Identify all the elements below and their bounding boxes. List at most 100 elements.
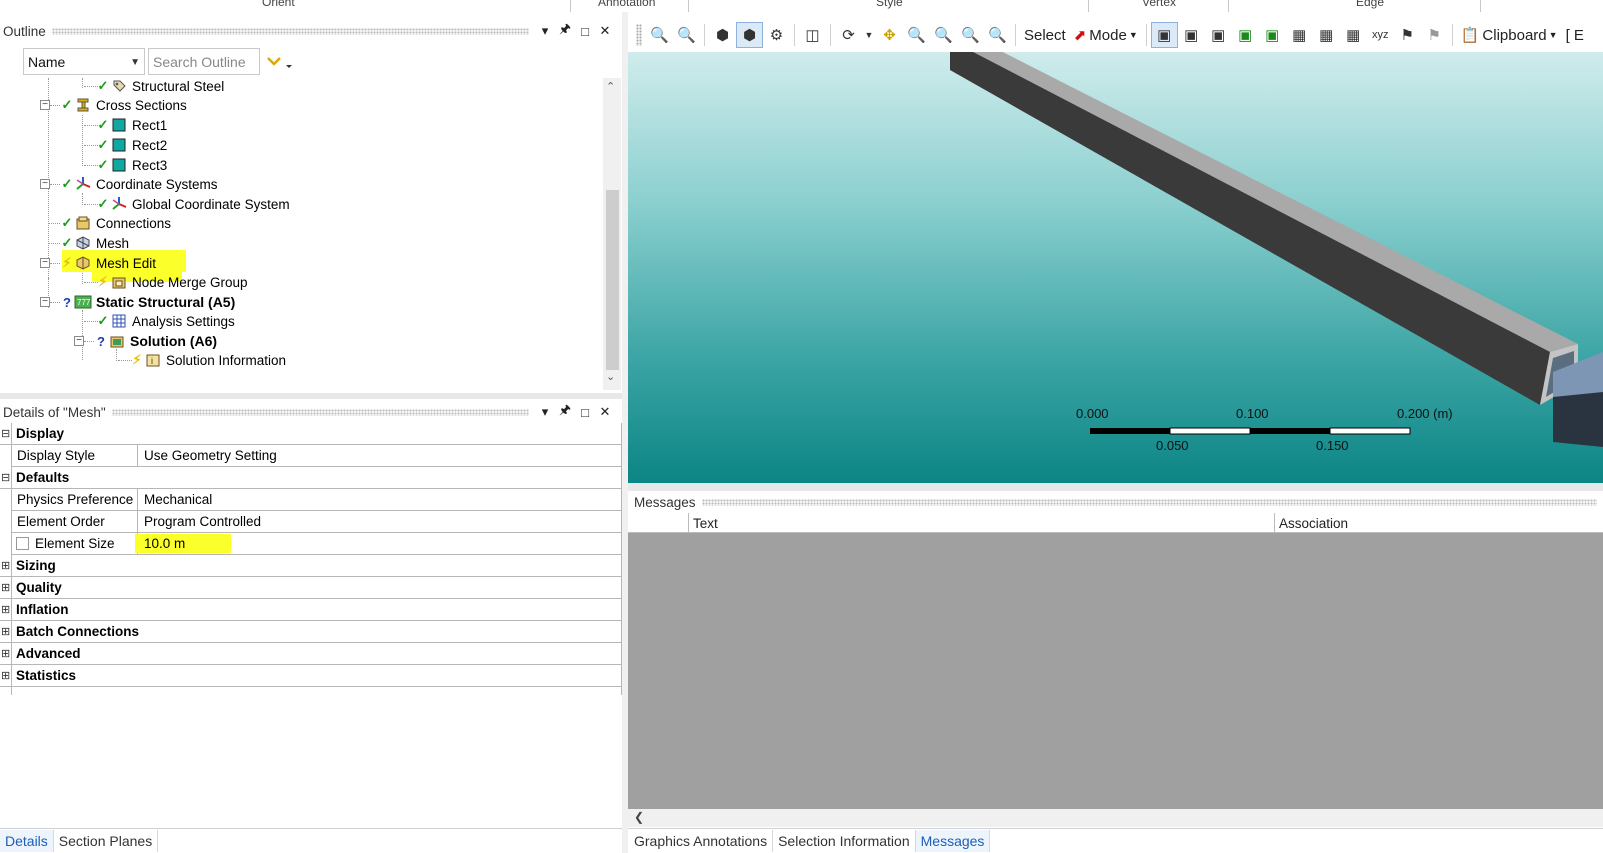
select-edge-icon[interactable]: ▣ (1178, 22, 1205, 48)
tab-section-planes[interactable]: Section Planes (54, 830, 159, 852)
group-advanced[interactable]: ⊞ Advanced (0, 643, 622, 665)
tree-item-analysis-settings[interactable]: ✓ Analysis Settings (84, 311, 237, 331)
hide-icon[interactable]: ⚑ (1394, 22, 1421, 48)
select-label[interactable]: Select (1020, 22, 1070, 48)
tab-graphics-annotations[interactable]: Graphics Annotations (628, 830, 774, 852)
select-element-icon[interactable]: ▦ (1313, 22, 1340, 48)
group-sizing[interactable]: ⊞ Sizing (0, 555, 622, 577)
tree-item-coordinate-systems[interactable]: ✓ Coordinate Systems (50, 174, 220, 194)
prop-physics-preference[interactable]: Physics Preference Mechanical (11, 488, 622, 511)
collapse-icon[interactable]: ⊟ (1, 427, 11, 440)
pin-icon[interactable]: 🖈 (555, 402, 575, 421)
search-outline-input[interactable]: Search Outline (148, 48, 260, 75)
shaded-cube-icon[interactable]: ⬢ (709, 22, 736, 48)
collapse-icon[interactable]: ⊟ (1, 471, 11, 484)
collapse-toggle[interactable]: − (40, 297, 50, 307)
close-icon[interactable]: ✕ (595, 403, 615, 421)
show-icon[interactable]: ⚑ (1421, 22, 1448, 48)
column-text[interactable]: Text (688, 513, 718, 533)
tree-item-cross-sections[interactable]: ✓ Cross Sections (50, 95, 189, 115)
shaded-edges-icon[interactable]: ⬢ (736, 22, 763, 48)
prop-value-highlighted[interactable]: 10.0 m (135, 534, 232, 553)
collapse-toggle[interactable]: − (74, 336, 84, 346)
expand-icon[interactable]: ⊞ (1, 559, 11, 572)
group-quality[interactable]: ⊞ Quality (0, 577, 622, 599)
messages-list[interactable] (628, 533, 1603, 809)
select-mesh-icon[interactable]: ▦ (1340, 22, 1367, 48)
rotate-icon[interactable]: ⟳ (835, 22, 862, 48)
select-body-icon[interactable]: ▣ (1232, 22, 1259, 48)
pin-icon[interactable]: 🖈 (555, 21, 575, 40)
filter-field-dropdown[interactable]: Name ▼ (23, 48, 145, 75)
close-icon[interactable]: ✕ (595, 22, 615, 40)
tree-item-rect2[interactable]: ✓ Rect2 (84, 135, 169, 155)
select-element-face-icon[interactable]: ▦ (1286, 22, 1313, 48)
tree-item-global-coordinate-system[interactable]: ✓ Global Coordinate System (84, 194, 292, 214)
prop-value[interactable]: Mechanical (138, 492, 212, 507)
tree-item-connections[interactable]: ✓ Connections (48, 213, 173, 233)
collapse-toggle[interactable]: − (40, 179, 50, 189)
select-face-icon[interactable]: ▣ (1205, 22, 1232, 48)
tree-item-structural-steel[interactable]: ✓ Structural Steel (84, 78, 226, 96)
tab-messages[interactable]: Messages (915, 830, 991, 852)
expand-icon[interactable]: ⊞ (1, 581, 11, 594)
prop-value[interactable]: Use Geometry Setting (138, 448, 277, 463)
tab-details[interactable]: Details (0, 830, 54, 852)
panel-menu-icon[interactable]: ▾ (535, 403, 555, 421)
zoom-box-icon[interactable]: 🔍 (957, 22, 984, 48)
panel-menu-icon[interactable]: ▾ (535, 22, 555, 40)
prop-element-order[interactable]: Element Order Program Controlled (11, 510, 622, 533)
scrollbar-thumb[interactable] (606, 190, 619, 370)
truncated-toolbar-item[interactable]: [ E (1562, 22, 1588, 48)
expand-icon[interactable]: ⊞ (1, 603, 11, 616)
group-display[interactable]: ⊟ Display (0, 423, 622, 445)
expand-icon[interactable]: ⊞ (1, 625, 11, 638)
group-defaults[interactable]: ⊟ Defaults (0, 467, 622, 489)
expand-icon[interactable]: ⊞ (1, 669, 11, 682)
explode-view-icon[interactable]: ◫ (799, 22, 826, 48)
zoom-icon[interactable]: 🔍 (903, 22, 930, 48)
tree-item-node-merge-group[interactable]: ⚡︎ Node Merge Group (84, 272, 250, 292)
collapse-toggle[interactable]: − (40, 100, 50, 110)
select-node-icon[interactable]: ▣ (1259, 22, 1286, 48)
zoom-to-fit-icon[interactable]: 🔍 (646, 22, 673, 48)
zoom-box-icon[interactable]: 🔍 (673, 22, 700, 48)
tab-selection-information[interactable]: Selection Information (773, 830, 916, 852)
tree-item-rect3[interactable]: ✓ Rect3 (84, 155, 169, 175)
expand-icon[interactable]: ⊞ (1, 647, 11, 660)
panel-grip[interactable] (51, 27, 529, 35)
tree-item-rect1[interactable]: ✓ Rect1 (84, 115, 169, 135)
pan-icon[interactable]: ✥ (876, 22, 903, 48)
prop-value[interactable]: Program Controlled (138, 514, 261, 529)
maximize-icon[interactable]: □ (575, 403, 595, 421)
tree-item-static-structural[interactable]: ? 777 Static Structural (A5) (50, 292, 237, 312)
render-style-icon[interactable]: ⚙ (763, 22, 790, 48)
panel-splitter[interactable] (628, 483, 1603, 491)
outline-scrollbar[interactable]: ⌃ ⌄ (603, 78, 621, 390)
clipboard-dropdown[interactable]: 📋 Clipboard ▼ (1457, 22, 1562, 48)
panel-splitter[interactable] (0, 393, 622, 399)
maximize-icon[interactable]: □ (575, 22, 595, 40)
panel-grip[interactable] (701, 498, 1597, 506)
parameter-checkbox[interactable] (16, 537, 29, 550)
group-statistics[interactable]: ⊞ Statistics (0, 665, 622, 687)
tree-item-solution-information[interactable]: ⚡︎ i Solution Information (118, 350, 288, 370)
chevron-left-icon[interactable]: ❮ (634, 810, 644, 824)
chevron-down-icon[interactable]: ⌄ (606, 370, 615, 383)
group-batch-connections[interactable]: ⊞ Batch Connections (0, 621, 622, 643)
column-association[interactable]: Association (1274, 513, 1348, 533)
chevron-down-icon[interactable]: ▼ (862, 22, 876, 48)
graphics-viewport[interactable]: 0.000 0.100 0.200 (m) 0.050 0.150 (628, 52, 1603, 483)
chevron-up-icon[interactable]: ⌃ (606, 80, 615, 93)
select-mode-dropdown[interactable]: ⬈ Mode ▼ (1070, 22, 1142, 48)
prop-element-size[interactable]: Element Size 10.0 m (11, 532, 622, 555)
panel-grip[interactable] (111, 408, 529, 416)
tree-item-solution[interactable]: ? Solution (A6) (84, 331, 219, 351)
prop-display-style[interactable]: Display Style Use Geometry Setting (11, 444, 622, 467)
filter-options-button[interactable] (264, 48, 304, 75)
messages-horizontal-scrollbar[interactable]: ❮ (628, 809, 1603, 827)
collapse-toggle[interactable]: − (40, 258, 50, 268)
zoom-fit-icon[interactable]: 🔍 (984, 22, 1011, 48)
zoom-in-icon[interactable]: 🔍 (930, 22, 957, 48)
select-vertex-icon[interactable]: ▣ (1150, 22, 1178, 48)
